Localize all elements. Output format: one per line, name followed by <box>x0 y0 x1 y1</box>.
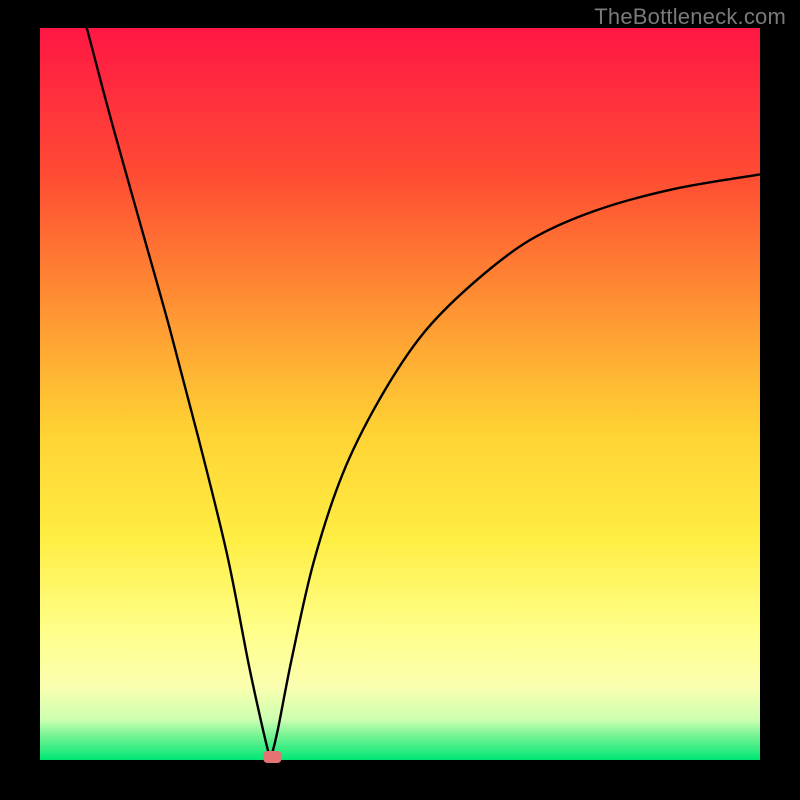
chart-frame: TheBottleneck.com <box>0 0 800 800</box>
plot-background <box>40 28 760 760</box>
watermark-text: TheBottleneck.com <box>594 4 786 30</box>
minimum-marker <box>263 751 281 763</box>
bottleneck-chart <box>0 0 800 800</box>
